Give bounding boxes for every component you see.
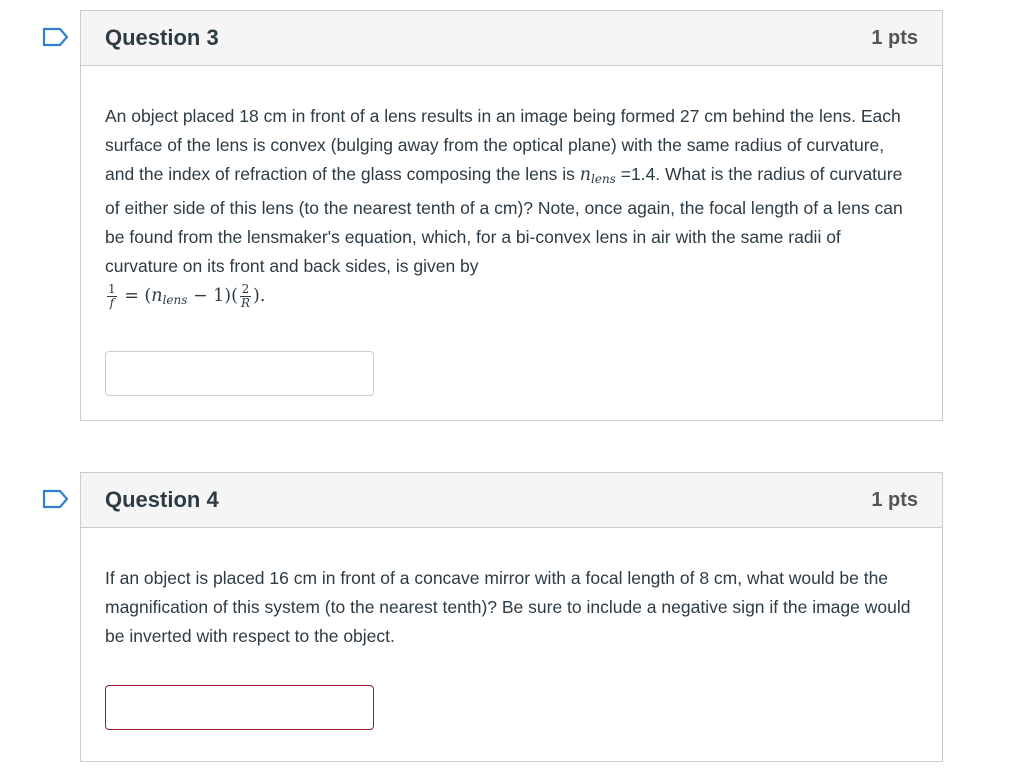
- flag-question-4-icon[interactable]: [42, 489, 70, 509]
- formula-n-symbol: n: [151, 286, 163, 306]
- question-3-header: Question 3 1 pts: [81, 11, 942, 66]
- question-points: 1 pts: [871, 488, 918, 511]
- fraction-numerator: 2: [239, 281, 251, 297]
- question-3-card: Question 3 1 pts An object placed 18 cm …: [80, 10, 943, 421]
- question-4-card: Question 4 1 pts If an object is placed …: [80, 472, 943, 762]
- flag-question-3-icon[interactable]: [42, 27, 70, 47]
- fraction-numerator: 1: [107, 281, 117, 297]
- n-lens-symbol: nlens: [579, 165, 616, 186]
- formula-equals: = (: [118, 286, 152, 306]
- question-3-answer-input[interactable]: [105, 351, 374, 396]
- fraction-denominator: f: [109, 295, 115, 310]
- question-title: Question 4: [105, 487, 219, 512]
- question-title: Question 3: [105, 25, 219, 50]
- question-points: 1 pts: [871, 26, 918, 49]
- n-subscript: lens: [591, 172, 616, 186]
- question-text: If an object is placed 16 cm in front of…: [105, 568, 911, 646]
- question-4-header: Question 4 1 pts: [81, 473, 942, 528]
- lensmaker-formula: 1f = (nlens − 1)(2 R).: [105, 282, 266, 309]
- fraction-1-over-f: 1f: [107, 281, 117, 310]
- n-value: =1.4.: [620, 164, 661, 184]
- question-3-body: An object placed 18 cm in front of a len…: [81, 66, 942, 396]
- formula-n-subscript: lens: [162, 293, 188, 307]
- formula-close: ).: [253, 286, 266, 306]
- formula-minus-one: − 1)(: [187, 286, 238, 306]
- formula-n-lens: nlens: [151, 286, 188, 307]
- fraction-denominator: R: [240, 295, 250, 310]
- question-text: An object placed 18 cm in front of a len…: [105, 102, 918, 315]
- question-4-answer-input[interactable]: [105, 685, 374, 730]
- n-symbol: n: [579, 165, 592, 185]
- question-4-body: If an object is placed 16 cm in front of…: [81, 528, 942, 730]
- fraction-2-over-r: 2R: [239, 281, 251, 310]
